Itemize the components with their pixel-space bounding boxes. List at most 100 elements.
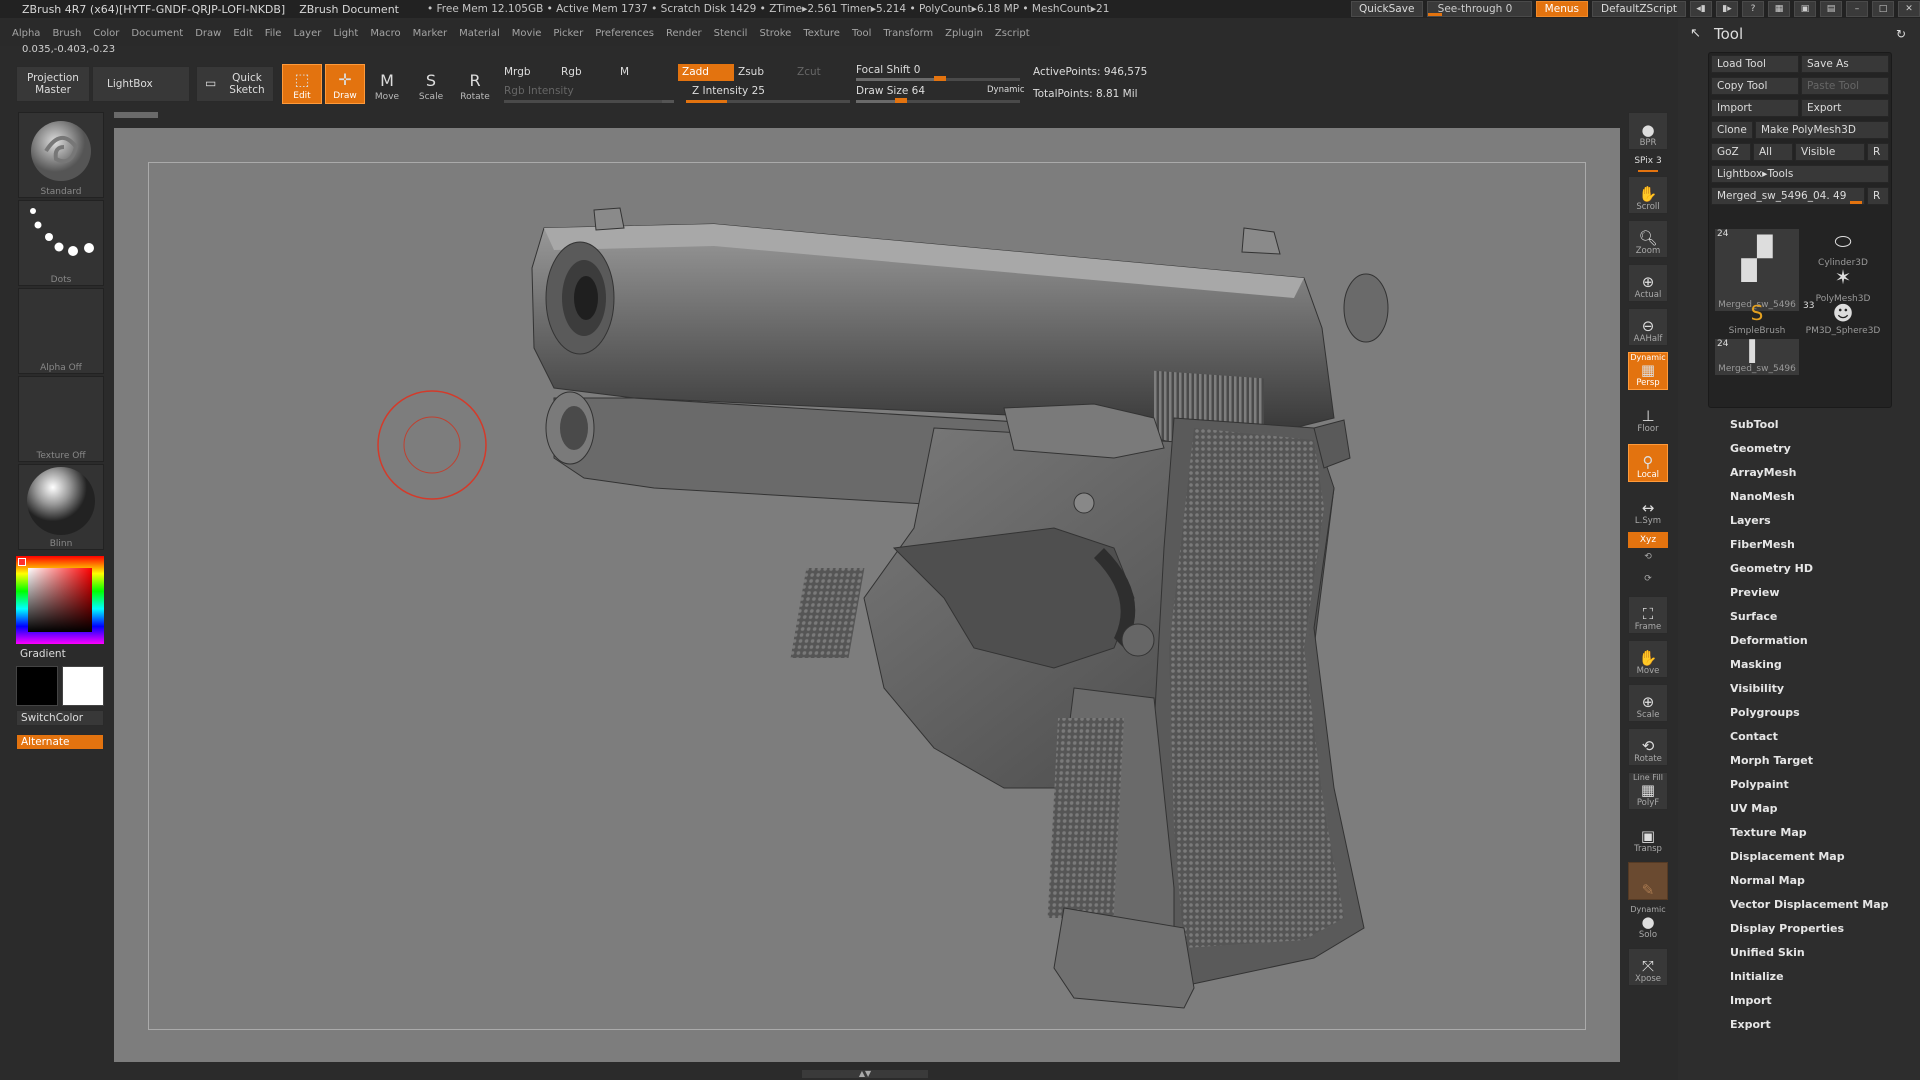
- subpalette-uv-map[interactable]: UV Map: [1730, 802, 1778, 815]
- menu-preferences[interactable]: Preferences: [595, 28, 654, 39]
- brush-selector[interactable]: Standard: [18, 112, 104, 198]
- menu-draw[interactable]: Draw: [195, 28, 221, 39]
- subpalette-unified-skin[interactable]: Unified Skin: [1730, 946, 1805, 959]
- menu-zscript[interactable]: Zscript: [995, 28, 1030, 39]
- menu-stroke[interactable]: Stroke: [759, 28, 791, 39]
- alternate-button[interactable]: Alternate: [16, 734, 104, 750]
- rotate-mode-button[interactable]: R Rotate: [455, 64, 495, 104]
- tool-thumb[interactable]: ⬭ Cylinder3D: [1801, 229, 1885, 269]
- save-as-button[interactable]: Save As: [1801, 55, 1889, 73]
- lsym-button[interactable]: ↔ L.Sym: [1628, 490, 1668, 528]
- save-layout-icon[interactable]: ▣: [1794, 1, 1816, 17]
- bpr-button[interactable]: ● BPR: [1628, 112, 1668, 150]
- focal-shift-handle[interactable]: [934, 76, 946, 81]
- subpalette-normal-map[interactable]: Normal Map: [1730, 874, 1805, 887]
- scale-mode-button[interactable]: S Scale: [411, 64, 451, 104]
- menu-zplugin[interactable]: Zplugin: [945, 28, 983, 39]
- goz-visible-button[interactable]: Visible: [1795, 143, 1865, 161]
- polyf-button[interactable]: Line Fill ▦ PolyF: [1628, 772, 1668, 810]
- canvas-scroll-indicator[interactable]: [114, 112, 158, 118]
- subpalette-masking[interactable]: Masking: [1730, 658, 1782, 671]
- subpalette-preview[interactable]: Preview: [1730, 586, 1780, 599]
- subpalette-displacement-map[interactable]: Displacement Map: [1730, 850, 1845, 863]
- goz-all-button[interactable]: All: [1753, 143, 1793, 161]
- subpalette-vector-displacement-map[interactable]: Vector Displacement Map: [1730, 898, 1889, 911]
- default-zscript-button[interactable]: DefaultZScript: [1591, 1, 1686, 17]
- subpalette-display-properties[interactable]: Display Properties: [1730, 922, 1844, 935]
- material-selector[interactable]: Blinn: [18, 464, 104, 550]
- menu-texture[interactable]: Texture: [803, 28, 840, 39]
- rgb-button[interactable]: Rgb: [561, 66, 582, 78]
- paste-tool-button[interactable]: Paste Tool: [1801, 77, 1889, 95]
- xyz-button[interactable]: Xyz: [1628, 532, 1668, 548]
- palette-refresh-icon[interactable]: ↻: [1896, 24, 1906, 44]
- draw-size-handle[interactable]: [895, 98, 907, 103]
- draw-size-slider[interactable]: Draw Size 64: [856, 85, 925, 97]
- menu-render[interactable]: Render: [666, 28, 702, 39]
- tool-palette-header[interactable]: ↖ Tool ↻: [1680, 24, 1916, 44]
- pistol-model[interactable]: [114, 128, 1620, 1062]
- menu-edit[interactable]: Edit: [233, 28, 252, 39]
- lock-icon[interactable]: ▤: [1820, 1, 1842, 17]
- quick-sketch-button[interactable]: ▭ Quick Sketch: [196, 66, 274, 102]
- zsub-button[interactable]: Zsub: [738, 66, 764, 78]
- gradient-label[interactable]: Gradient: [20, 648, 66, 660]
- floor-button[interactable]: ⊥ Floor: [1628, 398, 1668, 436]
- xpose-button[interactable]: ⤧ Xpose: [1628, 948, 1668, 986]
- tool-thumb[interactable]: ▞ 24 Merged_sw_5496: [1715, 229, 1799, 311]
- subpalette-surface[interactable]: Surface: [1730, 610, 1777, 623]
- move-view-button[interactable]: ✋ Move: [1628, 640, 1668, 678]
- scale-view-button[interactable]: ⊕ Scale: [1628, 684, 1668, 722]
- clone-button[interactable]: Clone: [1711, 121, 1753, 139]
- goz-r-button[interactable]: R: [1867, 143, 1889, 161]
- subpalette-arraymesh[interactable]: ArrayMesh: [1730, 466, 1796, 479]
- menu-brush[interactable]: Brush: [52, 28, 81, 39]
- goz-button[interactable]: GoZ: [1711, 143, 1751, 161]
- menu-stencil[interactable]: Stencil: [714, 28, 748, 39]
- subpalette-layers[interactable]: Layers: [1730, 514, 1771, 527]
- minimize-icon[interactable]: –: [1846, 1, 1868, 17]
- transp-button[interactable]: ▣ Transp: [1628, 818, 1668, 856]
- see-through-slider[interactable]: See-through 0: [1426, 1, 1532, 17]
- subpalette-nanomesh[interactable]: NanoMesh: [1730, 490, 1795, 503]
- zcut-button[interactable]: Zcut: [797, 66, 821, 78]
- menu-tool[interactable]: Tool: [852, 28, 871, 39]
- z-intensity-slider[interactable]: Z Intensity 25: [692, 85, 765, 97]
- import-button[interactable]: Import: [1711, 99, 1799, 117]
- zoom-button[interactable]: 🔍︎ Zoom: [1628, 220, 1668, 258]
- current-tool-r-button[interactable]: R: [1867, 187, 1889, 205]
- bottom-tray-toggle[interactable]: ▲▼: [802, 1070, 928, 1078]
- saturation-square[interactable]: [28, 568, 92, 632]
- menu-picker[interactable]: Picker: [553, 28, 583, 39]
- menu-material[interactable]: Material: [459, 28, 500, 39]
- scroll-button[interactable]: ✋ Scroll: [1628, 176, 1668, 214]
- focal-shift-slider[interactable]: Focal Shift 0: [856, 64, 920, 76]
- edit-mode-button[interactable]: ⬚ Edit: [282, 64, 322, 104]
- subpalette-subtool[interactable]: SubTool: [1730, 418, 1779, 431]
- subpalette-geometry[interactable]: Geometry: [1730, 442, 1791, 455]
- move-mode-button[interactable]: M Move: [367, 64, 407, 104]
- subpalette-initialize[interactable]: Initialize: [1730, 970, 1784, 983]
- subpalette-export[interactable]: Export: [1730, 1018, 1771, 1031]
- make-polymesh-button[interactable]: Make PolyMesh3D: [1755, 121, 1889, 139]
- current-tool-slider[interactable]: Merged_sw_5496_04. 49: [1711, 187, 1865, 205]
- subpalette-import[interactable]: Import: [1730, 994, 1772, 1007]
- subpalette-visibility[interactable]: Visibility: [1730, 682, 1784, 695]
- frame-button[interactable]: ⛶ Frame: [1628, 596, 1668, 634]
- menu-layer[interactable]: Layer: [293, 28, 321, 39]
- rgb-intensity-slider[interactable]: Rgb Intensity: [504, 85, 574, 97]
- persp-button[interactable]: Dynamic ▦ Persp: [1628, 352, 1668, 390]
- lightbox-button[interactable]: LightBox: [92, 66, 190, 102]
- actual-button[interactable]: ⊕ Actual: [1628, 264, 1668, 302]
- ghost-button[interactable]: ✎: [1628, 862, 1668, 900]
- layout-prev-icon[interactable]: ◂▮: [1690, 1, 1712, 17]
- layout-icon[interactable]: ▦: [1768, 1, 1790, 17]
- mrgb-button[interactable]: Mrgb: [504, 66, 531, 78]
- zadd-button[interactable]: Zadd: [678, 64, 734, 81]
- texture-selector[interactable]: Texture Off: [18, 376, 104, 462]
- maximize-icon[interactable]: □: [1872, 1, 1894, 17]
- menus-button[interactable]: Menus: [1535, 1, 1588, 17]
- layout-next-icon[interactable]: ▮▸: [1716, 1, 1738, 17]
- alpha-selector[interactable]: Alpha Off: [18, 288, 104, 374]
- subpalette-contact[interactable]: Contact: [1730, 730, 1778, 743]
